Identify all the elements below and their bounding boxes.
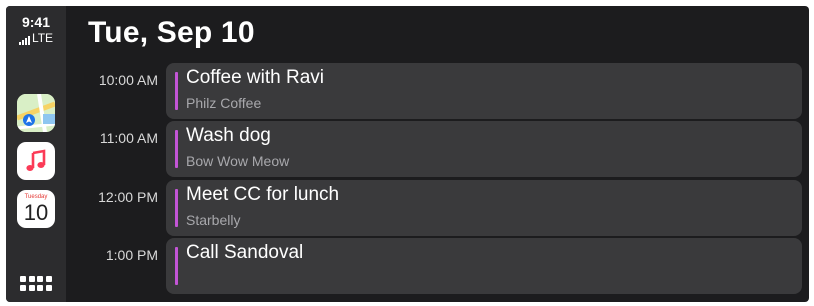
network-label: LTE	[31, 31, 54, 45]
event-time: 12:00 PM	[98, 189, 158, 205]
event-location: Starbelly	[186, 212, 241, 228]
calendar-color-bar	[175, 130, 178, 168]
event-location: Philz Coffee	[186, 95, 262, 111]
calendar-color-bar	[175, 247, 178, 285]
event-card[interactable]: Coffee with Ravi Philz Coffee	[166, 63, 802, 119]
event-row[interactable]: 1:00 PM Call Sandoval	[6, 238, 809, 294]
signal-icon	[18, 36, 30, 45]
status-area: 9:41 LTE	[6, 14, 66, 45]
event-title: Wash dog	[186, 125, 271, 146]
event-time: 11:00 AM	[99, 130, 158, 146]
carplay-screen: 9:41 LTE Tuesday 10 Tue, Sep 10 10:00 AM…	[6, 6, 809, 302]
calendar-color-bar	[175, 189, 178, 227]
event-title: Meet CC for lunch	[186, 184, 340, 205]
event-row[interactable]: 11:00 AM Wash dog Bow Wow Meow	[6, 121, 809, 177]
network-status: LTE	[6, 31, 66, 45]
event-card[interactable]: Call Sandoval	[166, 238, 802, 294]
event-card[interactable]: Meet CC for lunch Starbelly	[166, 180, 802, 236]
event-row[interactable]: 12:00 PM Meet CC for lunch Starbelly	[6, 180, 809, 236]
event-card[interactable]: Wash dog Bow Wow Meow	[166, 121, 802, 177]
event-row[interactable]: 10:00 AM Coffee with Ravi Philz Coffee	[6, 63, 809, 119]
event-location: Bow Wow Meow	[186, 153, 290, 169]
event-title: Call Sandoval	[186, 242, 304, 263]
event-title: Coffee with Ravi	[186, 67, 324, 88]
event-time: 10:00 AM	[98, 72, 158, 88]
event-time: 1:00 PM	[105, 247, 158, 263]
page-title: Tue, Sep 10	[88, 16, 255, 49]
calendar-color-bar	[175, 72, 178, 110]
status-time: 9:41	[21, 14, 51, 30]
